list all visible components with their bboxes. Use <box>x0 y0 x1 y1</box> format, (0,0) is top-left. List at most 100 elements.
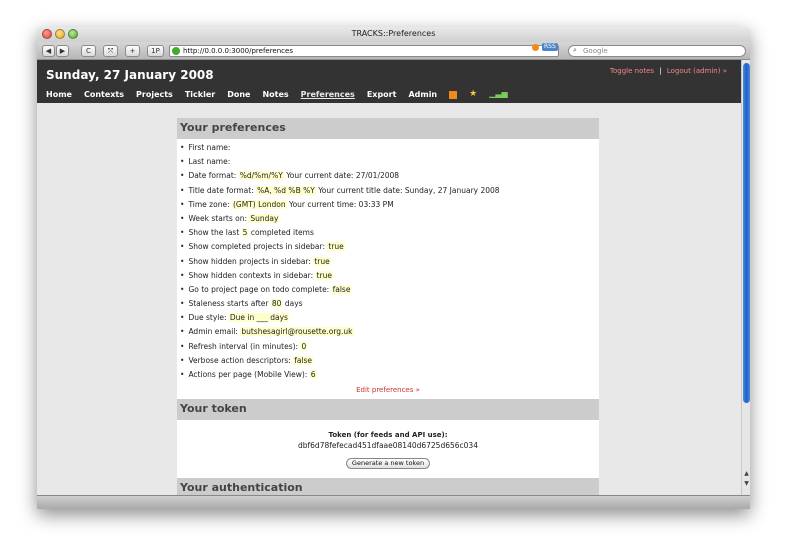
stats-icon[interactable]: ▁▃▅ <box>489 90 507 99</box>
preference-note: Your current title date: Sunday, 27 Janu… <box>318 185 500 195</box>
scroll-down-arrow[interactable]: ▼ <box>743 480 750 487</box>
preference-item: Last name: <box>180 155 596 169</box>
preference-label: Staleness starts after <box>188 299 269 309</box>
preferences-heading: Your preferences <box>177 118 599 139</box>
preference-label: Admin email: <box>188 327 238 337</box>
star-icon[interactable]: ★ <box>469 90 477 99</box>
preference-value: true <box>315 270 333 280</box>
search-placeholder: Google <box>583 47 608 55</box>
preference-label: Show completed projects in sidebar: <box>188 242 325 252</box>
rss-feed-icon[interactable] <box>532 44 539 51</box>
logout-link[interactable]: Logout (admin) » <box>667 67 727 75</box>
preference-item: Time zone: (GMT) London Your current tim… <box>180 198 596 212</box>
link-separator: | <box>659 67 662 75</box>
search-icon: ⌕ <box>573 46 577 54</box>
preference-label: First name: <box>188 143 231 152</box>
nav-preferences[interactable]: Preferences <box>301 90 355 99</box>
nav-contexts[interactable]: Contexts <box>84 90 124 99</box>
title-bar: TRACKS::Preferences <box>37 27 750 42</box>
preference-value: 80 <box>270 299 283 309</box>
edit-preferences-link[interactable]: Edit preferences » <box>177 386 599 399</box>
nav-export[interactable]: Export <box>367 90 397 99</box>
preference-item: Staleness starts after 80 days <box>180 297 596 311</box>
preference-item: Show the last 5 completed items <box>180 226 596 240</box>
preference-value: Sunday <box>249 213 280 223</box>
add-bookmark-button[interactable]: + <box>125 45 140 57</box>
preference-label: Title date format: <box>188 185 254 195</box>
preference-item: Go to project page on todo complete: fal… <box>180 283 596 297</box>
address-bar[interactable]: http://0.0.0.0:3000/preferences <box>169 45 559 57</box>
preference-value: false <box>293 355 314 365</box>
nav-admin[interactable]: Admin <box>408 90 437 99</box>
token-label: Token (for feeds and API use): <box>328 431 448 440</box>
preference-value: 0 <box>300 341 308 351</box>
preference-value: 5 <box>241 228 249 238</box>
preference-label: Show the last <box>188 228 240 238</box>
preference-value: true <box>327 242 345 252</box>
token-heading: Your token <box>177 399 599 421</box>
preference-value: %d/%m/%Y <box>238 171 284 181</box>
preference-label: Show hidden projects in sidebar: <box>188 256 311 266</box>
preference-item: Show hidden contexts in sidebar: true <box>180 269 596 283</box>
preferences-list: First name: Last name: Date format: %d/%m/… <box>177 139 599 386</box>
status-bar <box>37 495 750 509</box>
preferences-body: First name: Last name: Date format: %d/%m/… <box>177 139 599 400</box>
preference-item: Verbose action descriptors: false <box>180 354 596 368</box>
address-text: http://0.0.0.0:3000/preferences <box>183 47 293 55</box>
main-nav: Home Contexts Projects Tickler Done Note… <box>46 90 508 99</box>
preference-item: Show completed projects in sidebar: true <box>180 240 596 254</box>
generate-token-button[interactable]: Generate a new token <box>345 458 431 470</box>
preference-label: Refresh interval (in minutes): <box>188 341 299 351</box>
preference-note: completed items <box>250 228 314 238</box>
window-title: TRACKS::Preferences <box>351 29 436 38</box>
preference-label: Actions per page (Mobile View): <box>188 370 308 379</box>
rss-icon[interactable] <box>449 91 458 99</box>
preference-item: Admin email: butshesagirl@rousette.org.u… <box>180 325 596 339</box>
preferences-panel: Your preferences First name: Last name: Da… <box>177 118 599 500</box>
preference-item: Due style: Due in ___ days <box>180 311 596 325</box>
nav-home[interactable]: Home <box>46 90 72 99</box>
preference-value: 6 <box>309 370 317 379</box>
browser-toolbar: ◀ ▶ C ⤧ + 1P http://0.0.0.0:3000/prefere… <box>37 42 750 60</box>
back-button[interactable]: ◀ <box>42 45 55 57</box>
rss-badge[interactable]: RSS <box>542 43 558 51</box>
preference-label: Show hidden contexts in sidebar: <box>188 270 314 280</box>
forward-button[interactable]: ▶ <box>56 45 69 57</box>
preference-label: Last name: <box>188 157 231 167</box>
site-status-icon <box>172 47 180 55</box>
preference-item: Week starts on: Sunday <box>180 212 596 226</box>
preference-label: Time zone: <box>188 199 230 209</box>
preference-item: Date format: %d/%m/%Y Your current date:… <box>180 169 596 183</box>
onepassword-button[interactable]: 1P <box>147 45 164 57</box>
vertical-scrollbar[interactable]: ▲ ▼ <box>741 60 750 495</box>
token-body: Token (for feeds and API use): dbf6d78fe… <box>177 420 599 479</box>
header-links: Toggle notes | Logout (admin) » <box>610 67 727 75</box>
preference-value: Due in ___ days <box>228 313 289 323</box>
page-content: Your preferences First name: Last name: Da… <box>37 103 741 500</box>
snapback-button[interactable]: ⤧ <box>103 45 118 57</box>
preference-value: true <box>313 256 331 266</box>
nav-projects[interactable]: Projects <box>136 90 173 99</box>
nav-tickler[interactable]: Tickler <box>185 90 215 99</box>
preference-value: (GMT) London <box>232 199 287 209</box>
preference-item: Actions per page (Mobile View): 6 <box>180 368 596 382</box>
preference-note: Your current date: 27/01/2008 <box>286 171 400 181</box>
app-header: Sunday, 27 January 2008 Toggle notes | L… <box>37 60 741 103</box>
preference-label: Due style: <box>188 313 227 323</box>
preference-value: %A, %d %B %Y <box>256 185 316 195</box>
preference-note: Your current time: 03:33 PM <box>288 199 394 209</box>
search-input[interactable]: ⌕ Google <box>568 45 746 57</box>
browser-window: TRACKS::Preferences ◀ ▶ C ⤧ + 1P http://… <box>37 27 750 509</box>
token-value: dbf6d78fefecad451dfaae08140d6725d656c034 <box>298 441 478 451</box>
nav-done[interactable]: Done <box>227 90 250 99</box>
preference-item: Refresh interval (in minutes): 0 <box>180 340 596 354</box>
nav-notes[interactable]: Notes <box>262 90 288 99</box>
preference-item: Title date format: %A, %d %B %Y Your cur… <box>180 184 596 198</box>
preference-label: Date format: <box>188 171 237 181</box>
toggle-notes-link[interactable]: Toggle notes <box>610 67 654 75</box>
reload-button[interactable]: C <box>81 45 96 57</box>
scrollbar-thumb[interactable] <box>743 63 750 403</box>
scroll-up-arrow[interactable]: ▲ <box>743 470 750 477</box>
preference-label: Verbose action descriptors: <box>188 355 291 365</box>
preference-label: Week starts on: <box>188 213 247 223</box>
